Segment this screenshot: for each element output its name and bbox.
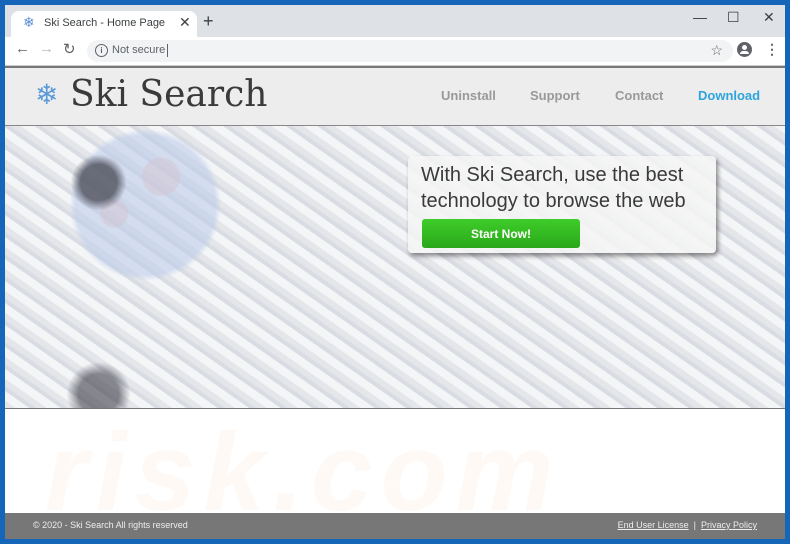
web-page: ❄ Ski Search Uninstall Support Contact D… (5, 66, 785, 539)
maximize-icon[interactable]: ☐ (727, 9, 740, 26)
bookmark-star-icon[interactable]: ☆ (710, 42, 723, 59)
site-header: ❄ Ski Search Uninstall Support Contact D… (5, 66, 785, 126)
nav-download[interactable]: Download (698, 88, 760, 103)
browser-menu-icon[interactable]: ⋮ (765, 41, 779, 58)
tab-title: Ski Search - Home Page (44, 17, 166, 29)
tab-close-icon[interactable]: ✕ (179, 14, 191, 31)
hero-card: With Ski Search, use the best technology… (408, 156, 716, 253)
start-now-button[interactable]: Start Now! (422, 219, 580, 248)
end-user-license-link[interactable]: End User License (618, 520, 689, 530)
nav-contact[interactable]: Contact (615, 88, 663, 103)
minimize-icon[interactable]: — (693, 9, 707, 25)
security-label: Not secure (112, 44, 166, 56)
back-icon[interactable]: ← (15, 40, 30, 57)
close-window-icon[interactable]: ✕ (763, 9, 775, 26)
profile-avatar-icon[interactable] (737, 42, 752, 57)
browser-window: ❄ Ski Search - Home Page ✕ + — ☐ ✕ ← → ↻… (5, 5, 785, 539)
info-icon[interactable]: i (95, 44, 108, 57)
content-area: risk.com (5, 409, 785, 534)
address-bar[interactable]: i Not secure ☆ (87, 40, 733, 62)
nav-uninstall[interactable]: Uninstall (441, 88, 496, 103)
footer-links: End User License | Privacy Policy (618, 520, 757, 530)
browser-toolbar: ← → ↻ i Not secure ☆ ⋮ (5, 37, 785, 66)
snowflake-favicon-icon: ❄ (23, 14, 35, 30)
site-footer: © 2020 - Ski Search All rights reserved … (5, 513, 785, 539)
site-logo[interactable]: Ski Search (70, 74, 267, 115)
hero-banner: With Ski Search, use the best technology… (5, 126, 785, 409)
new-tab-button[interactable]: + (203, 11, 214, 32)
hero-title: With Ski Search, use the best technology… (421, 164, 686, 212)
privacy-policy-link[interactable]: Privacy Policy (701, 520, 757, 530)
copyright-text: © 2020 - Ski Search All rights reserved (33, 520, 188, 530)
tab-ski-search[interactable]: ❄ Ski Search - Home Page ✕ (11, 11, 197, 37)
tab-strip: ❄ Ski Search - Home Page ✕ + — ☐ ✕ (5, 5, 785, 37)
snowflake-logo-icon: ❄ (35, 79, 59, 110)
forward-icon[interactable]: → (39, 40, 54, 57)
footer-separator: | (693, 520, 696, 530)
nav-support[interactable]: Support (530, 88, 580, 103)
reload-icon[interactable]: ↻ (63, 40, 76, 58)
text-caret (167, 44, 168, 57)
